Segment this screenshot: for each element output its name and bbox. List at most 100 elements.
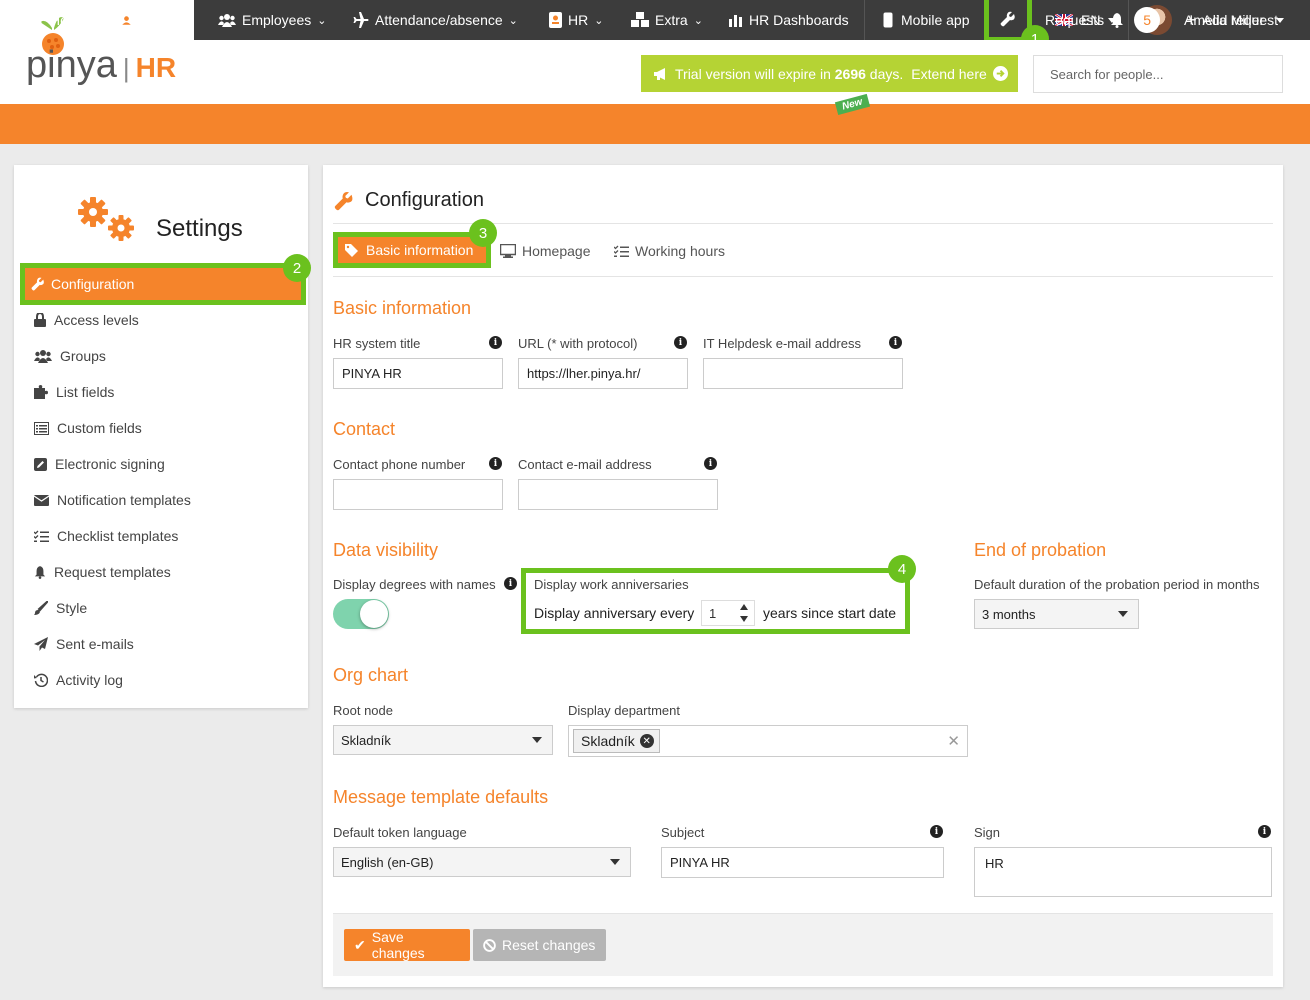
nav-my-info[interactable]: My info xyxy=(119,0,185,40)
sidebar-item-label: Style xyxy=(56,600,88,616)
info-icon[interactable]: i xyxy=(889,336,902,349)
sidebar-item-label: Custom fields xyxy=(57,420,142,436)
display-department-label: Display department xyxy=(568,703,680,718)
trial-banner[interactable]: Trial version will expire in 2696 days. … xyxy=(641,55,1018,92)
users-icon xyxy=(34,350,52,363)
nav-employees[interactable]: Employees ⌄ xyxy=(218,0,326,40)
tab-label: Homepage xyxy=(522,243,591,259)
root-node-select[interactable]: Skladník xyxy=(333,725,553,755)
anniversary-years-stepper[interactable]: 1 xyxy=(701,600,755,626)
tabs-divider xyxy=(333,276,1273,277)
sidebar-item-request-templates[interactable]: Request templates xyxy=(34,558,171,586)
token-language-select[interactable]: English (en-GB) xyxy=(333,847,631,877)
hr-title-label: HR system title xyxy=(333,336,421,351)
tasks-icon xyxy=(34,530,49,542)
mobile-app-button[interactable]: Mobile app xyxy=(864,0,986,40)
probation-duration-select[interactable]: 3 months xyxy=(974,599,1139,629)
info-icon[interactable]: i xyxy=(489,336,502,349)
nav-my-info-label: My info xyxy=(140,12,186,28)
logo-text: pinya xyxy=(26,44,117,86)
sidebar-item-activity-log[interactable]: Activity log xyxy=(34,666,123,694)
sidebar-item-label: Request templates xyxy=(54,564,171,580)
probation-label: Default duration of the probation period… xyxy=(974,577,1260,592)
stepper-down-icon[interactable] xyxy=(740,616,748,622)
nav-extra-label: Extra xyxy=(655,12,688,28)
settings-wrench-button[interactable] xyxy=(989,0,1027,37)
tab-label: Basic information xyxy=(366,242,474,258)
clear-icon[interactable]: ✕ xyxy=(947,732,960,750)
info-icon[interactable]: i xyxy=(1258,825,1271,838)
caret-down-icon xyxy=(610,859,620,865)
annotation-3: 3 xyxy=(469,219,497,247)
select-value: Skladník xyxy=(341,732,391,748)
nav-dashboards[interactable]: HR Dashboards xyxy=(729,0,849,40)
display-department-multiselect[interactable]: Skladník ✕ ✕ xyxy=(568,725,968,757)
plus-icon: + xyxy=(1186,10,1197,30)
nav-employees-label: Employees xyxy=(242,12,312,28)
wrench-icon xyxy=(1000,11,1015,26)
sidebar-item-style[interactable]: Style xyxy=(34,594,87,622)
tab-basic-information[interactable]: Basic information xyxy=(338,237,486,263)
info-icon[interactable]: i xyxy=(674,336,687,349)
nav-add-request[interactable]: + Add request xyxy=(1186,0,1278,40)
section-message-template-defaults: Message template defaults xyxy=(333,787,549,807)
nav-home-label: Home xyxy=(50,12,88,28)
helpdesk-email-input[interactable] xyxy=(703,358,903,389)
nav-add-request-label: Add request xyxy=(1202,12,1279,28)
nav-attendance[interactable]: Attendance/absence ⌄ xyxy=(353,0,518,40)
department-tag-label: Skladník xyxy=(581,733,635,749)
id-badge-icon xyxy=(549,12,562,28)
save-button[interactable]: ✔ Save changes xyxy=(344,929,470,961)
sidebar-item-sent-emails[interactable]: Sent e-mails xyxy=(34,630,134,658)
tab-working-hours[interactable]: Working hours xyxy=(614,240,725,262)
nav-requests[interactable]: Requests 5 xyxy=(1045,0,1161,40)
sidebar-item-groups[interactable]: Groups xyxy=(34,342,106,370)
url-input[interactable]: https://lher.pinya.hr/ xyxy=(518,358,688,389)
contact-email-input[interactable] xyxy=(518,479,718,510)
logo-divider: | xyxy=(122,53,130,83)
contact-phone-input[interactable] xyxy=(333,479,503,510)
sidebar-item-configuration[interactable]: Configuration xyxy=(20,263,306,305)
info-icon[interactable]: i xyxy=(489,457,502,470)
lock-icon xyxy=(34,313,46,327)
degrees-toggle[interactable] xyxy=(333,599,389,629)
nav-hr[interactable]: HR ⌄ xyxy=(549,0,603,40)
info-icon[interactable]: i xyxy=(930,825,943,838)
sidebar-item-checklist-templates[interactable]: Checklist templates xyxy=(34,522,178,550)
reset-button[interactable]: Reset changes xyxy=(473,929,606,961)
sidebar-item-notification-templates[interactable]: Notification templates xyxy=(34,486,191,514)
tab-homepage[interactable]: Homepage xyxy=(500,240,591,262)
sidebar-item-label: Electronic signing xyxy=(55,456,165,472)
remove-tag-icon[interactable]: ✕ xyxy=(639,734,654,748)
nav-extra[interactable]: Extra ⌄ xyxy=(631,0,703,40)
wrench-icon xyxy=(31,277,44,291)
stepper-up-icon[interactable] xyxy=(740,604,748,610)
nav-home[interactable]: Home xyxy=(28,0,87,40)
sidebar-item-custom-fields[interactable]: Custom fields xyxy=(34,414,142,442)
info-icon[interactable]: i xyxy=(504,577,517,590)
department-tag: Skladník ✕ xyxy=(573,729,660,753)
check-icon: ✔ xyxy=(354,936,366,953)
extend-link[interactable]: Extend here xyxy=(911,66,987,82)
arrow-circle-right-icon xyxy=(992,66,1008,81)
ban-icon xyxy=(483,938,496,952)
subject-input[interactable]: PINYA HR xyxy=(661,847,944,878)
hr-title-input[interactable]: PINYA HR xyxy=(333,358,503,389)
info-icon[interactable]: i xyxy=(704,457,717,470)
user-circle-icon xyxy=(119,12,134,28)
sign-textarea[interactable]: HR xyxy=(974,847,1272,897)
sidebar-item-electronic-signing[interactable]: Electronic signing xyxy=(34,450,165,478)
pen-square-icon xyxy=(34,457,47,471)
degrees-label: Display degrees with names xyxy=(333,577,496,592)
bar-chart-icon xyxy=(729,15,742,27)
search-input[interactable] xyxy=(1033,55,1283,93)
reset-button-label: Reset changes xyxy=(502,937,596,953)
megaphone-icon xyxy=(654,67,665,80)
mobile-app-label: Mobile app xyxy=(901,12,970,28)
helpdesk-label: IT Helpdesk e-mail address xyxy=(703,336,861,351)
anniversary-prefix: Display anniversary every xyxy=(534,605,695,621)
sidebar-item-access-levels[interactable]: Access levels xyxy=(34,306,139,334)
envelope-icon xyxy=(34,494,49,506)
phone-label: Contact phone number xyxy=(333,457,466,472)
sidebar-item-list-fields[interactable]: List fields xyxy=(34,378,114,406)
